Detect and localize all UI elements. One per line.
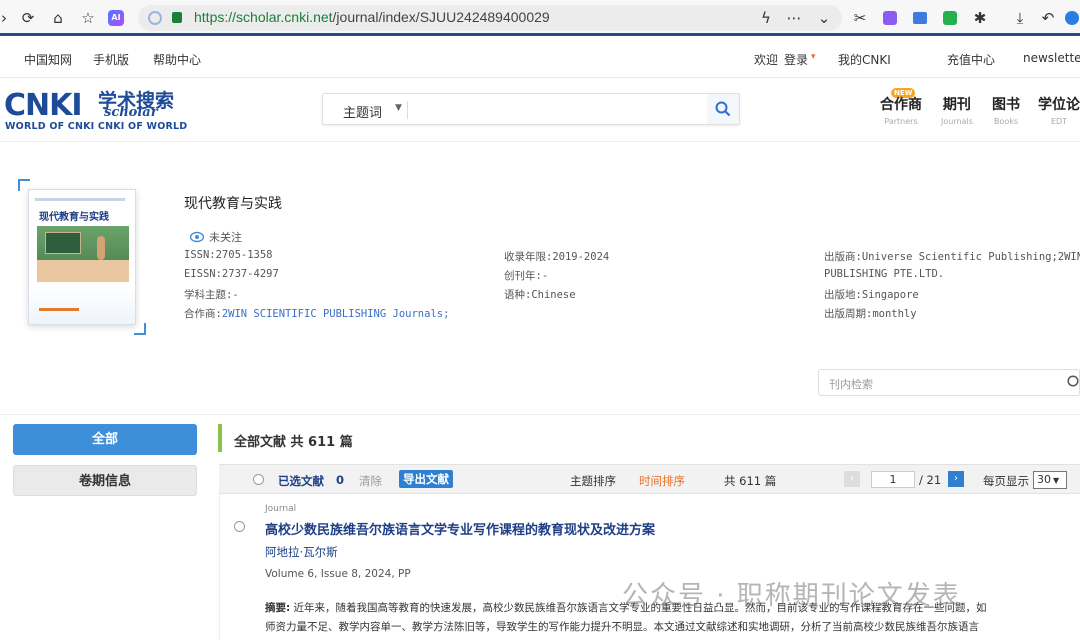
page-total: / 21 [919, 473, 942, 487]
chevron-down-icon[interactable]: ⌄ [814, 8, 834, 28]
url-text: https://scholar.cnki.net/journal/index/S… [194, 9, 550, 25]
per-page-label: 每页显示 [983, 474, 1029, 488]
selected-count: 0 [336, 473, 345, 487]
follow-toggle[interactable]: 未关注 [190, 229, 242, 245]
nav-books[interactable]: 图书 Books [992, 94, 1020, 126]
lock-icon [172, 12, 182, 23]
top-nav: 中国知网 手机版 帮助中心 欢迎 登录 ▾ 我的CNKI NEW 充值中心 ne… [0, 39, 1080, 98]
article-type: Journal [265, 504, 297, 514]
selected-label: 已选文献 [278, 474, 324, 488]
article-author[interactable]: 阿地拉·瓦尔斯 [265, 544, 338, 560]
results-title: 全部文献 共 611 篇 [234, 435, 353, 450]
article-select-radio[interactable] [234, 521, 245, 532]
nav-cnki-home[interactable]: 中国知网 [24, 51, 72, 68]
article-volume: Volume 6, Issue 8, 2024, PP [265, 568, 411, 580]
issue-info-button[interactable]: 卷期信息 [13, 465, 197, 496]
newsletter-link[interactable]: newsletter [1023, 51, 1080, 65]
login-caret-icon[interactable]: ▾ [811, 52, 816, 62]
select-all-radio[interactable] [253, 474, 264, 485]
sort-topic[interactable]: 主题排序 [570, 473, 616, 489]
wechat-icon[interactable] [940, 8, 960, 28]
nav-journals[interactable]: 期刊 Journals [941, 94, 973, 126]
edge-icon[interactable] [1062, 8, 1080, 28]
site-header: CNKI 学术搜索 scholar WORLD OF CNKI CNKI OF … [0, 78, 1080, 142]
undo-icon[interactable]: ↶ [1038, 8, 1058, 28]
per-page-select[interactable]: 30 ▼ [1033, 471, 1067, 489]
search-type-select[interactable]: 主题词 [343, 102, 382, 121]
chevron-down-icon[interactable]: ▼ [395, 103, 402, 113]
search-button[interactable] [707, 94, 739, 124]
nav-theses[interactable]: 学位论 EDT [1038, 94, 1080, 126]
partner-link[interactable]: 2WIN SCIENTIFIC PUBLISHING Journals; [222, 308, 450, 320]
search-icon[interactable] [1067, 375, 1080, 389]
founded-year: 创刊年:- [504, 270, 549, 282]
ai-icon[interactable]: AI [106, 8, 126, 28]
search-divider [407, 101, 408, 119]
translate-icon[interactable] [880, 8, 900, 28]
issn: ISSN:2705-1358 [184, 249, 273, 261]
article-abstract-line2: 师资力量不足、教学内容单一、教学方法陈旧等，导致学生的写作能力提升不明显。本文通… [265, 621, 979, 633]
coverage-years: 收录年限:2019-2024 [504, 251, 610, 263]
journal-cover: 现代教育与实践 [18, 179, 146, 335]
more-icon[interactable]: ⋯ [784, 8, 804, 28]
address-bar[interactable]: https://scholar.cnki.net/journal/index/S… [138, 5, 842, 31]
publisher-cont: PUBLISHING PTE.LTD. [824, 268, 945, 280]
section-divider [0, 414, 1080, 415]
journal-search-input[interactable]: 刊内检索 [818, 369, 1080, 396]
eissn: EISSN:2737-4297 [184, 268, 279, 280]
clear-button[interactable]: 清除 [359, 473, 382, 489]
home-icon[interactable]: ⌂ [48, 8, 68, 28]
search-icon [715, 101, 731, 117]
nav-partners[interactable]: 合作商 Partners [880, 94, 922, 126]
language: 语种:Chinese [504, 289, 576, 301]
article-title[interactable]: 高校少数民族维吾尔族语言文学专业写作课程的教育现状及改进方案 [265, 519, 655, 538]
lightning-icon[interactable]: ϟ [756, 8, 776, 28]
results-accent-bar [218, 424, 222, 452]
site-info-icon[interactable] [148, 11, 162, 25]
list-item: Journal 高校少数民族维吾尔族语言文学专业写作课程的教育现状及改进方案 阿… [219, 494, 1080, 640]
download-icon[interactable]: ⤓ [1010, 8, 1030, 28]
my-cnki-link[interactable]: 我的CNKI [838, 51, 891, 68]
export-button[interactable]: 导出文献 [399, 470, 453, 488]
browser-toolbar: › ⟳ ⌂ ☆ AI https://scholar.cnki.net/jour… [0, 0, 1080, 36]
partner-row: 合作商:2WIN SCIENTIFIC PUBLISHING Journals; [184, 308, 450, 320]
forward-icon[interactable]: › [0, 8, 14, 28]
page-input[interactable]: 1 [871, 471, 915, 488]
recharge-link[interactable]: 充值中心 [947, 51, 995, 68]
sort-time[interactable]: 时间排序 [639, 473, 685, 489]
prev-page-button[interactable]: ‹ [844, 471, 860, 487]
eye-icon [190, 231, 204, 243]
nav-help-center[interactable]: 帮助中心 [153, 51, 201, 68]
extensions-icon[interactable]: ✱ [970, 8, 990, 28]
reload-icon[interactable]: ⟳ [18, 8, 38, 28]
publisher: 出版商:Universe Scientific Publishing;2WIN … [824, 251, 1080, 263]
mail-icon[interactable] [910, 8, 930, 28]
login-link[interactable]: 登录 [784, 51, 808, 68]
favorites-icon[interactable]: ☆ [78, 8, 98, 28]
main-search-box[interactable]: 主题词 ▼ [322, 93, 740, 125]
journal-title: 现代教育与实践 [184, 196, 282, 212]
watermark: 公众号 · 职称期刊论文发表 [622, 581, 961, 611]
scissors-icon[interactable]: ✂ [850, 8, 870, 28]
nav-mobile[interactable]: 手机版 [93, 51, 129, 68]
results-toolbar: 已选文献 0 清除 导出文献 主题排序 时间排序 共 611 篇 ‹ 1 / 2… [219, 464, 1080, 494]
next-page-button[interactable]: › [948, 471, 964, 487]
cover-image: 现代教育与实践 [28, 189, 136, 325]
total-count: 共 611 篇 [724, 474, 777, 488]
publish-place: 出版地:Singapore [824, 289, 919, 301]
all-articles-button[interactable]: 全部 [13, 424, 197, 455]
welcome-text: 欢迎 [754, 53, 779, 67]
subject: 学科主题:- [184, 289, 239, 301]
publish-cycle: 出版周期:monthly [824, 308, 917, 320]
classroom-photo [37, 226, 129, 282]
chevron-down-icon: ▼ [1053, 476, 1060, 485]
